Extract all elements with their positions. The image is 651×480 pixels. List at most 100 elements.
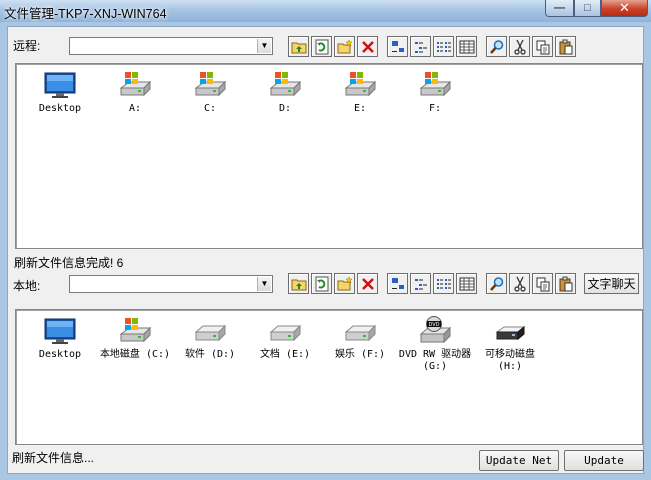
chevron-down-icon[interactable]: ▼ [257, 277, 271, 291]
cut-icon [512, 39, 528, 55]
paste-button[interactable] [555, 273, 576, 294]
paste-icon [558, 39, 574, 55]
list-view-button[interactable] [433, 36, 454, 57]
file-item[interactable]: C: [171, 70, 249, 115]
svg-text:DVD: DVD [428, 322, 439, 328]
small-icons-view-icon [413, 276, 429, 292]
text-chat-button[interactable]: 文字聊天 [584, 273, 639, 294]
file-item[interactable]: 可移动磁盘 (H:) [471, 316, 549, 373]
refresh-icon [314, 276, 330, 292]
small-icons-view-button[interactable] [410, 36, 431, 57]
cut-button[interactable] [509, 36, 530, 57]
toolbar-separator [479, 273, 486, 295]
hard-drive-icon [269, 316, 302, 346]
chevron-down-icon[interactable]: ▼ [257, 39, 271, 53]
large-icons-view-icon [390, 276, 406, 292]
delete-button[interactable] [357, 273, 378, 294]
details-view-icon [459, 39, 475, 55]
list-view-icon [436, 276, 452, 292]
search-button[interactable] [486, 273, 507, 294]
local-path-combo[interactable]: ▼ [69, 275, 273, 293]
file-item-label: A: [128, 103, 142, 114]
minimize-button[interactable]: — [545, 0, 574, 17]
local-label: 本地: [13, 279, 41, 293]
toolbar-separator [380, 36, 387, 58]
update-button[interactable]: Update [564, 450, 644, 471]
maximize-button[interactable]: □ [574, 0, 601, 17]
file-item[interactable]: 本地磁盘 (C:) [96, 316, 174, 361]
new-folder-icon [337, 275, 353, 292]
remote-file-panel[interactable]: Desktop A: C: D: E: F: [15, 63, 643, 249]
hard-drive-icon [194, 316, 227, 346]
remote-path-combo[interactable]: ▼ [69, 37, 273, 55]
remote-status-text: 刷新文件信息完成! 6 [14, 256, 124, 270]
details-view-icon [459, 276, 475, 292]
file-item-label: 可移动磁盘 (H:) [485, 349, 535, 372]
delete-icon [360, 276, 376, 292]
details-view-button[interactable] [456, 36, 477, 57]
search-button[interactable] [486, 36, 507, 57]
file-item-label: F: [428, 103, 442, 114]
list-view-icon [436, 39, 452, 55]
up-folder-icon [291, 276, 307, 292]
file-item[interactable]: Desktop [21, 70, 99, 115]
refresh-button[interactable] [311, 36, 332, 57]
small-icons-view-button[interactable] [410, 273, 431, 294]
copy-icon [535, 276, 551, 292]
desktop-icon [44, 316, 76, 346]
file-item-label: 软件 (D:) [184, 349, 236, 360]
file-item[interactable]: 软件 (D:) [171, 316, 249, 361]
file-item[interactable]: E: [321, 70, 399, 115]
toolbar-separator [380, 273, 387, 295]
file-item-label: 娱乐 (F:) [334, 349, 386, 360]
local-status-text: 刷新文件信息... [12, 451, 95, 465]
drive-windows-icon [194, 70, 227, 100]
file-item-label: Desktop [38, 349, 82, 360]
drive-windows-icon [344, 70, 377, 100]
file-item-label: C: [203, 103, 217, 114]
cut-button[interactable] [509, 273, 530, 294]
new-folder-icon [337, 38, 353, 55]
new-folder-button[interactable] [334, 273, 355, 294]
file-item[interactable]: Desktop [21, 316, 99, 361]
paste-icon [558, 276, 574, 292]
large-icons-view-button[interactable] [387, 273, 408, 294]
local-file-panel[interactable]: Desktop 本地磁盘 (C:) 软件 (D:) 文档 (E:) 娱乐 (F:) DVD… [15, 309, 643, 445]
file-item-label: Desktop [38, 103, 82, 114]
drive-windows-icon [419, 70, 452, 100]
copy-button[interactable] [532, 273, 553, 294]
paste-button[interactable] [555, 36, 576, 57]
cut-icon [512, 276, 528, 292]
file-item[interactable]: A: [96, 70, 174, 115]
refresh-icon [314, 39, 330, 55]
details-view-button[interactable] [456, 273, 477, 294]
large-icons-view-icon [390, 39, 406, 55]
close-button[interactable]: ✕ [601, 0, 648, 17]
search-icon [489, 276, 505, 292]
file-item-label: 文档 (E:) [259, 349, 311, 360]
new-folder-button[interactable] [334, 36, 355, 57]
up-folder-icon [291, 39, 307, 55]
large-icons-view-button[interactable] [387, 36, 408, 57]
title-bar: 文件管理-TKP7-XNJ-WIN764 — □ ✕ [0, 0, 651, 22]
file-item[interactable]: D: [246, 70, 324, 115]
up-folder-button[interactable] [288, 273, 309, 294]
window-title: 文件管理-TKP7-XNJ-WIN764 [4, 7, 167, 21]
file-item[interactable]: 娱乐 (F:) [321, 316, 399, 361]
file-item[interactable]: 文档 (E:) [246, 316, 324, 361]
update-net-button[interactable]: Update Net [479, 450, 559, 471]
remote-toolbar [288, 36, 578, 58]
removable-drive-icon [494, 316, 526, 346]
file-item[interactable]: DVD DVD RW 驱动器 (G:) [396, 316, 474, 373]
delete-button[interactable] [357, 36, 378, 57]
up-folder-button[interactable] [288, 36, 309, 57]
small-icons-view-icon [413, 39, 429, 55]
search-icon [489, 39, 505, 55]
drive-windows-icon [119, 316, 152, 346]
file-item[interactable]: F: [396, 70, 474, 115]
file-item-label: DVD RW 驱动器 (G:) [398, 349, 472, 372]
refresh-button[interactable] [311, 273, 332, 294]
copy-button[interactable] [532, 36, 553, 57]
file-item-label: D: [278, 103, 292, 114]
list-view-button[interactable] [433, 273, 454, 294]
